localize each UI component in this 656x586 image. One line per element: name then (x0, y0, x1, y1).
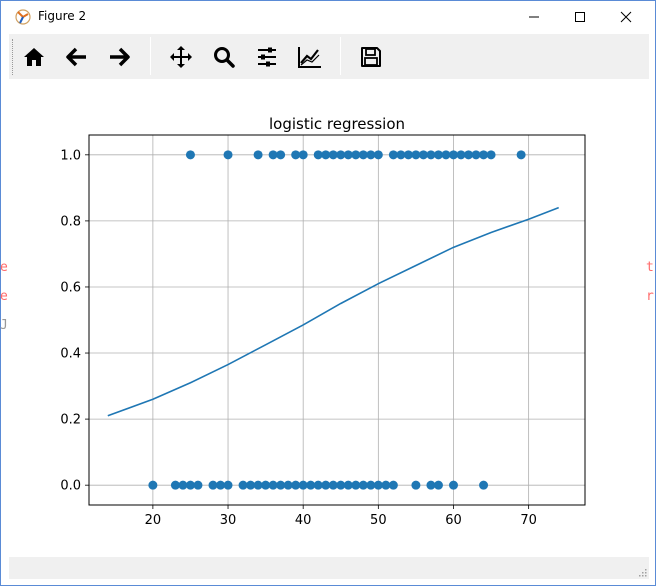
data-point (479, 480, 489, 490)
axes-background (89, 135, 585, 505)
y-tick-label: 0.2 (60, 413, 81, 428)
pan-icon (170, 46, 192, 68)
figure-canvas[interactable]: 20 30 40 50 60 70 0.0 0.2 0.4 0.6 0.8 1.0 logistic … (9, 79, 649, 557)
zoom-button[interactable] (206, 39, 242, 75)
back-arrow-icon (66, 47, 86, 67)
background-text: r (646, 289, 654, 304)
plot-svg: 20 30 40 50 60 70 0.0 0.2 0.4 0.6 0.8 1.0 logistic … (60, 115, 586, 528)
data-point (223, 150, 233, 160)
maximize-button[interactable] (557, 1, 603, 32)
matplotlib-app-icon (15, 9, 31, 25)
y-tick-label: 0.0 (60, 479, 81, 494)
figure-window: Figure 2 20 30 40 50 60 70 0.0 0.2 0.4 0… (0, 0, 656, 586)
y-tick-label: 0.6 (60, 280, 81, 295)
title-bar[interactable]: Figure 2 (1, 1, 655, 32)
background-text: e (0, 289, 8, 304)
home-icon (24, 48, 44, 66)
data-point (516, 150, 526, 160)
data-point (223, 480, 233, 490)
maximize-icon (575, 11, 585, 22)
navigation-toolbar (9, 34, 649, 79)
y-tick-label: 0.8 (60, 214, 81, 229)
window-title: Figure 2 (38, 9, 87, 23)
zoom-icon (214, 47, 235, 68)
data-point (411, 480, 421, 490)
background-text: J (0, 318, 8, 333)
x-tick-label: 30 (220, 513, 237, 528)
data-point (486, 150, 496, 160)
home-button[interactable] (16, 39, 52, 75)
data-point (433, 480, 443, 490)
configure-subplots-button[interactable] (249, 39, 285, 75)
x-tick-label: 60 (445, 513, 462, 528)
background-text: t (646, 260, 654, 275)
save-button[interactable] (353, 39, 389, 75)
x-tick-label: 70 (520, 513, 537, 528)
x-tick-label: 50 (370, 513, 387, 528)
minimize-button[interactable] (511, 1, 557, 32)
close-icon (620, 11, 632, 22)
status-bar (9, 557, 649, 579)
data-point (373, 150, 383, 160)
toolbar-grip[interactable] (12, 39, 15, 75)
edit-axis-button[interactable] (292, 39, 328, 75)
data-point (148, 480, 158, 490)
y-tick-label: 1.0 (60, 148, 81, 163)
forward-arrow-icon (110, 47, 130, 67)
back-button[interactable] (59, 39, 95, 75)
data-point (193, 480, 203, 490)
edit-axis-icon (298, 47, 321, 68)
forward-button[interactable] (101, 39, 137, 75)
data-point (253, 150, 263, 160)
background-text: e (0, 260, 8, 275)
configure-subplots-icon (258, 47, 276, 67)
resize-grip-icon[interactable] (637, 567, 647, 577)
toolbar-separator (340, 37, 341, 75)
x-tick-label: 20 (145, 513, 162, 528)
data-point (298, 150, 308, 160)
y-tick-label: 0.4 (60, 347, 81, 362)
pan-button[interactable] (163, 39, 199, 75)
save-icon (361, 47, 381, 67)
data-point (388, 480, 398, 490)
minimize-icon (529, 16, 539, 17)
chart-title: logistic regression (269, 115, 405, 133)
data-point (448, 480, 458, 490)
data-point (276, 150, 286, 160)
close-button[interactable] (603, 1, 649, 32)
data-point (185, 150, 195, 160)
x-tick-label: 40 (295, 513, 312, 528)
toolbar-separator (150, 37, 151, 75)
